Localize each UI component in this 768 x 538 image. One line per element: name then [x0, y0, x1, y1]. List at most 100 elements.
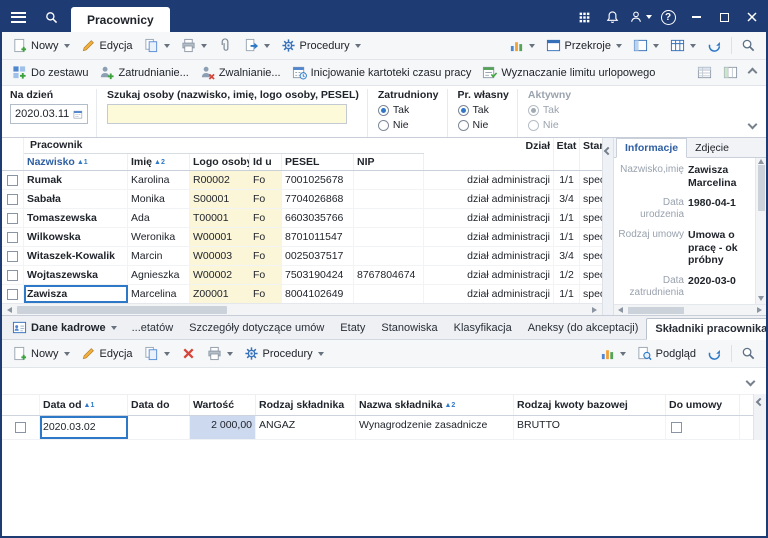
menu-button[interactable]: [2, 2, 35, 32]
column-header-do-umowy[interactable]: Do umowy: [666, 395, 740, 415]
tab-aneksy[interactable]: Aneksy (do akceptacji): [520, 316, 647, 339]
help-button[interactable]: ?: [654, 2, 682, 32]
column-header-etat[interactable]: Etat: [554, 138, 580, 170]
search-input[interactable]: [107, 104, 347, 124]
cell-imie[interactable]: Karolina: [128, 171, 190, 189]
scrollbar-thumb[interactable]: [758, 165, 765, 211]
dismiss-button[interactable]: Zwalnianie...: [195, 63, 286, 82]
cell-stan[interactable]: spec: [580, 209, 602, 227]
employee-row[interactable]: Wojtaszewska Agnieszka W00002 Fo 7503190…: [2, 266, 602, 285]
row-checkbox[interactable]: [7, 289, 18, 300]
tab-etatow[interactable]: ...etatów: [124, 316, 182, 339]
cell-nazwisko[interactable]: Sabała: [24, 190, 128, 208]
detail-analysis-button[interactable]: [595, 344, 631, 363]
do-umowy-checkbox[interactable]: [671, 422, 682, 433]
row-checkbox[interactable]: [7, 175, 18, 186]
cell-nazwisko[interactable]: Wojtaszewska: [24, 266, 128, 284]
scroll-left-button[interactable]: [3, 305, 16, 315]
info-horizontal-scrollbar[interactable]: [614, 304, 766, 315]
column-header-imie[interactable]: Imię▲2: [128, 154, 190, 170]
cell-imie[interactable]: Marcelina: [128, 285, 190, 303]
row-checkbox[interactable]: [7, 270, 18, 281]
cell-data-do[interactable]: [128, 416, 190, 439]
row-select-cell[interactable]: [2, 285, 24, 303]
cell-pesel[interactable]: 8004102649: [282, 285, 354, 303]
row-checkbox[interactable]: [7, 194, 18, 205]
table-view-button[interactable]: [665, 36, 701, 55]
cell-logo-osoby[interactable]: T00001: [190, 209, 250, 227]
hire-button[interactable]: Zatrudnianie...: [94, 63, 193, 82]
vertical-scrollbar[interactable]: [755, 158, 766, 304]
cell-nazwisko[interactable]: Rumak: [24, 171, 128, 189]
cell-nip[interactable]: [354, 209, 424, 227]
refresh-button[interactable]: [702, 36, 727, 55]
cell-nip[interactable]: [354, 247, 424, 265]
analysis-button[interactable]: [504, 36, 540, 55]
detail-print-button[interactable]: [202, 344, 238, 363]
cell-stan[interactable]: spec: [580, 228, 602, 246]
column-header-nip[interactable]: NIP: [354, 154, 424, 170]
cell-rodzaj-skladnika[interactable]: ANGAZ: [256, 416, 356, 439]
column-header-data-do[interactable]: Data do: [128, 395, 190, 415]
scroll-right-button[interactable]: [588, 305, 601, 315]
component-row[interactable]: 2020.03.02 2 000,00 ANGAZ Wynagrodzenie …: [2, 416, 753, 440]
date-input[interactable]: 2020.03.11: [10, 104, 88, 124]
column-header-nazwa-skladnika[interactable]: Nazwa składnika▲2: [356, 395, 514, 415]
collapse-ribbon-button[interactable]: [744, 67, 761, 78]
cell-id[interactable]: Fo: [250, 266, 282, 284]
cell-id[interactable]: Fo: [250, 171, 282, 189]
cell-etat[interactable]: 1/1: [554, 209, 580, 227]
employee-row[interactable]: Wilkowska Weronika W00001 Fo 8701011547 …: [2, 228, 602, 247]
scroll-right-button[interactable]: [753, 305, 766, 315]
detail-copy-button[interactable]: [139, 344, 175, 363]
cell-pesel[interactable]: 7704026868: [282, 190, 354, 208]
detail-search-button[interactable]: [736, 344, 761, 363]
cell-rodzaj-kwoty[interactable]: BRUTTO: [514, 416, 666, 439]
scroll-left-button[interactable]: [614, 305, 627, 315]
chevron-down-icon[interactable]: [746, 376, 756, 386]
cell-id[interactable]: Fo: [250, 190, 282, 208]
layout-button[interactable]: [628, 36, 664, 55]
cell-do-umowy[interactable]: [666, 416, 740, 439]
cell-imie[interactable]: Marcin: [128, 247, 190, 265]
cell-logo-osoby[interactable]: W00003: [190, 247, 250, 265]
cell-etat[interactable]: 1/2: [554, 266, 580, 284]
row-select-cell[interactable]: [2, 190, 24, 208]
employee-row[interactable]: Witaszek-Kowalik Marcin W00003 Fo 002503…: [2, 247, 602, 266]
cell-imie[interactable]: Monika: [128, 190, 190, 208]
scrollbar-thumb[interactable]: [17, 306, 227, 314]
cell-id[interactable]: Fo: [250, 247, 282, 265]
cell-stan[interactable]: spec: [580, 266, 602, 284]
cell-data-od-selected[interactable]: 2020.03.02: [40, 416, 128, 439]
radio-pr-wlasny-nie[interactable]: Nie: [458, 119, 509, 131]
radio-zatrudniony-tak[interactable]: Tak: [378, 104, 439, 116]
row-select-cell[interactable]: [2, 416, 40, 439]
cell-etat[interactable]: 3/4: [554, 247, 580, 265]
tab-informacje[interactable]: Informacje: [616, 138, 687, 158]
apps-button[interactable]: [570, 2, 598, 32]
column-header-nazwisko[interactable]: Nazwisko▲1: [24, 154, 128, 170]
add-to-set-button[interactable]: Do zestawu: [7, 63, 93, 82]
column-header-pesel[interactable]: PESEL: [282, 154, 354, 170]
cell-id[interactable]: Fo: [250, 285, 282, 303]
cell-nazwisko[interactable]: Witaszek-Kowalik: [24, 247, 128, 265]
cell-dzial[interactable]: dział administracji: [424, 285, 554, 303]
copy-button[interactable]: [139, 36, 175, 55]
global-search-button[interactable]: [35, 2, 68, 32]
row-checkbox[interactable]: [15, 422, 26, 433]
vacation-limit-button[interactable]: Wyznaczanie limitu urlopowego: [477, 63, 660, 82]
row-checkbox[interactable]: [7, 251, 18, 262]
new-button[interactable]: Nowy: [7, 36, 75, 55]
collapse-filter-button[interactable]: [749, 119, 756, 131]
cell-etat[interactable]: 3/4: [554, 190, 580, 208]
cell-nip[interactable]: [354, 190, 424, 208]
column-header-wartosc[interactable]: Wartość: [190, 395, 256, 415]
horizontal-scrollbar[interactable]: [2, 303, 602, 315]
detail-procedures-button[interactable]: Procedury: [239, 344, 329, 363]
list-tool-button-2[interactable]: [718, 63, 743, 82]
cell-dzial[interactable]: dział administracji: [424, 190, 554, 208]
column-header-rodzaj-skladnika[interactable]: Rodzaj składnika: [256, 395, 356, 415]
cell-dzial[interactable]: dział administracji: [424, 266, 554, 284]
cell-logo-osoby[interactable]: Z00001: [190, 285, 250, 303]
export-button[interactable]: [239, 36, 275, 55]
